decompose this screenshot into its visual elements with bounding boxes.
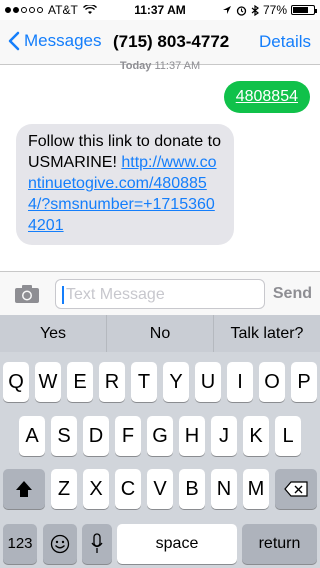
key-f[interactable]: F	[115, 416, 141, 456]
timestamp-day: Today	[119, 60, 152, 72]
key-label: R	[104, 371, 120, 393]
dictation-key[interactable]	[82, 524, 112, 564]
predictive-bar: Yes No Talk later?	[0, 315, 320, 352]
key-label: J	[219, 425, 229, 447]
key-label: M	[247, 478, 265, 500]
key-o[interactable]: O	[259, 362, 285, 402]
keyboard: Yes No Talk later? QWERTYUIOP ASDFGHJKL ZX…	[0, 315, 320, 568]
key-p[interactable]: P	[291, 362, 317, 402]
prediction-no[interactable]: No	[107, 315, 214, 352]
key-label: A	[25, 425, 39, 447]
emoji-key[interactable]	[43, 524, 77, 564]
key-label: F	[121, 425, 135, 447]
bluetooth-icon	[251, 4, 259, 16]
alarm-clock-icon	[236, 5, 247, 16]
key-label: K	[249, 425, 263, 447]
camera-icon[interactable]	[14, 284, 40, 304]
incoming-message-bubble[interactable]: Follow this link to donate to USMARINE! …	[16, 124, 234, 245]
key-label: B	[185, 478, 199, 500]
key-r[interactable]: R	[99, 362, 125, 402]
message-placeholder: Text Message	[66, 286, 165, 303]
chevron-left-icon	[8, 31, 20, 51]
key-label: S	[57, 425, 71, 447]
return-key[interactable]: return	[242, 524, 317, 564]
key-label: H	[184, 425, 200, 447]
delete-key[interactable]	[275, 469, 317, 509]
key-label: G	[152, 425, 168, 447]
send-button[interactable]: Send	[273, 285, 312, 303]
key-i[interactable]: I	[227, 362, 253, 402]
key-label: T	[137, 371, 151, 393]
shift-arrow-icon	[16, 481, 32, 497]
key-z[interactable]: Z	[51, 469, 77, 509]
details-button[interactable]: Details	[259, 32, 311, 52]
key-x[interactable]: X	[83, 469, 109, 509]
key-label: P	[297, 371, 311, 393]
key-l[interactable]: L	[275, 416, 301, 456]
space-key-label: space	[155, 535, 199, 552]
prediction-talk-later[interactable]: Talk later?	[214, 315, 320, 352]
message-timestamp: Today 11:37 AM	[0, 60, 320, 72]
microphone-icon	[91, 533, 103, 553]
key-h[interactable]: H	[179, 416, 205, 456]
key-label: C	[120, 478, 136, 500]
numbers-key[interactable]: 123	[3, 524, 37, 564]
key-n[interactable]: N	[211, 469, 237, 509]
key-b[interactable]: B	[179, 469, 205, 509]
return-key-label: return	[258, 535, 301, 552]
key-d[interactable]: D	[83, 416, 109, 456]
key-c[interactable]: C	[115, 469, 141, 509]
key-label: E	[73, 371, 87, 393]
numbers-key-label: 123	[7, 535, 33, 552]
location-arrow-icon	[222, 6, 231, 14]
key-j[interactable]: J	[211, 416, 237, 456]
key-label: V	[153, 478, 167, 500]
key-label: Z	[57, 478, 71, 500]
status-right: 77%	[222, 3, 317, 17]
key-label: U	[200, 371, 216, 393]
key-m[interactable]: M	[243, 469, 269, 509]
key-a[interactable]: A	[19, 416, 45, 456]
key-label: O	[264, 371, 280, 393]
key-label: Q	[8, 371, 24, 393]
space-key[interactable]: space	[117, 524, 237, 564]
navigation-bar: Messages (715) 803-4772 Details	[0, 20, 320, 65]
key-e[interactable]: E	[67, 362, 93, 402]
key-label: W	[38, 371, 58, 393]
status-bar: AT&T 11:37 AM 77%	[0, 0, 320, 20]
battery-icon	[291, 5, 317, 15]
timestamp-time: 11:37 AM	[154, 60, 201, 72]
backspace-icon	[284, 481, 308, 497]
conversation-title: (715) 803-4772	[113, 32, 230, 51]
key-label: N	[216, 478, 232, 500]
back-button[interactable]: Messages	[8, 31, 101, 51]
message-text-field[interactable]: Text Message	[55, 279, 265, 309]
outgoing-message-bubble[interactable]: 4808854	[223, 81, 310, 113]
key-k[interactable]: K	[243, 416, 269, 456]
battery-fill	[293, 7, 309, 13]
key-w[interactable]: W	[35, 362, 61, 402]
emoji-icon	[50, 534, 70, 554]
outgoing-message-text[interactable]: 4808854	[236, 88, 298, 105]
key-t[interactable]: T	[131, 362, 157, 402]
key-q[interactable]: Q	[3, 362, 29, 402]
text-cursor	[62, 286, 64, 304]
key-s[interactable]: S	[51, 416, 77, 456]
back-button-label: Messages	[24, 31, 102, 50]
shift-key[interactable]	[3, 469, 45, 509]
key-label: L	[282, 425, 294, 447]
key-label: X	[89, 478, 103, 500]
key-label: I	[237, 371, 243, 393]
message-input-bar: Text Message Send	[0, 271, 320, 315]
key-label: Y	[169, 371, 183, 393]
key-label: D	[88, 425, 104, 447]
key-v[interactable]: V	[147, 469, 173, 509]
key-u[interactable]: U	[195, 362, 221, 402]
prediction-yes[interactable]: Yes	[0, 315, 107, 352]
battery-percent: 77%	[262, 3, 287, 17]
key-y[interactable]: Y	[163, 362, 189, 402]
key-g[interactable]: G	[147, 416, 173, 456]
